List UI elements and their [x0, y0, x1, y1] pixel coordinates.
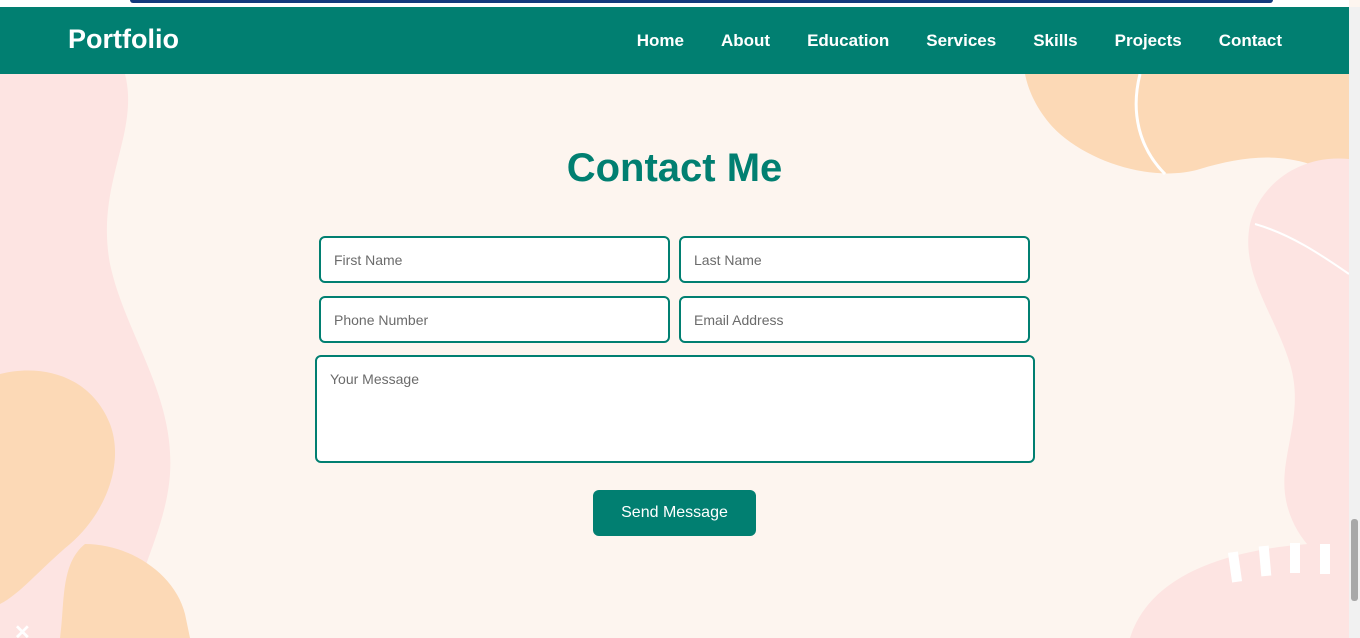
close-icon[interactable]: ✕: [14, 620, 31, 638]
browser-top-strip: [0, 0, 1349, 7]
first-name-input[interactable]: [319, 236, 670, 283]
email-input[interactable]: [679, 296, 1030, 343]
nav-projects[interactable]: Projects: [1115, 31, 1182, 51]
page-scrollbar[interactable]: [1349, 7, 1360, 638]
contact-title: Contact Me: [566, 146, 783, 190]
nav-skills[interactable]: Skills: [1033, 31, 1077, 51]
nav-home[interactable]: Home: [637, 31, 684, 51]
send-message-button[interactable]: Send Message: [593, 490, 756, 536]
last-name-input[interactable]: [679, 236, 1030, 283]
phone-input[interactable]: [319, 296, 670, 343]
scrollbar-thumb[interactable]: [1351, 519, 1358, 601]
nav-contact[interactable]: Contact: [1219, 31, 1282, 51]
navbar: Portfolio Home About Education Services …: [0, 7, 1349, 74]
nav-education[interactable]: Education: [807, 31, 889, 51]
nav-services[interactable]: Services: [926, 31, 996, 51]
brand-logo[interactable]: Portfolio: [68, 24, 179, 55]
nav-about[interactable]: About: [721, 31, 770, 51]
message-textarea[interactable]: [315, 355, 1035, 463]
top-accent-bar: [130, 0, 1273, 3]
nav-menu: Home About Education Services Skills Pro…: [600, 31, 1282, 51]
